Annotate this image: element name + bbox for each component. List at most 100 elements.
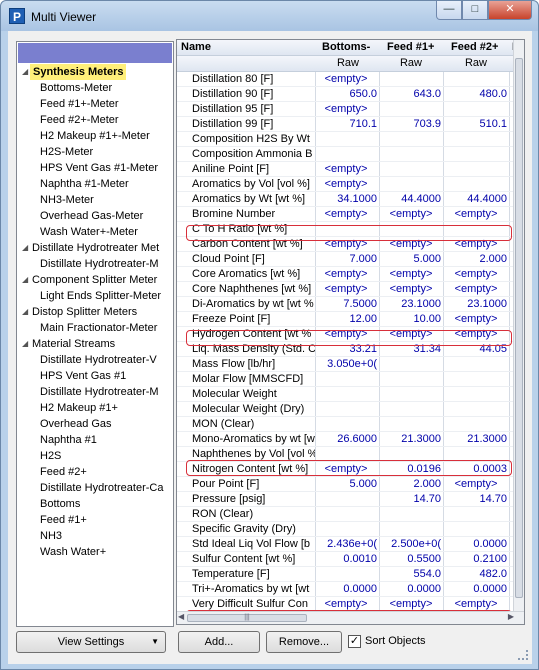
value-cell[interactable]: 14.70 [445, 492, 507, 507]
tree-item[interactable]: Feed #2+ [17, 464, 173, 480]
value-cell[interactable]: <empty> [381, 267, 441, 282]
table-row[interactable]: Mono-Aromatics by wt [w 26.6000 21.3000 21.… [177, 432, 515, 447]
vertical-scroll-thumb[interactable] [515, 58, 523, 598]
table-row[interactable]: MON (Clear) [177, 417, 515, 432]
tree-item[interactable]: Bottoms [17, 496, 173, 512]
value-cell[interactable]: 26.6000 [315, 432, 377, 447]
tree-item[interactable]: Feed #1+-Meter [17, 96, 173, 112]
value-cell[interactable]: <empty> [315, 267, 377, 282]
value-cell[interactable]: <empty> [315, 207, 377, 222]
tree-group[interactable]: ◢ Synthesis Meters [17, 64, 173, 80]
value-cell[interactable]: 2.000 [445, 252, 507, 267]
table-row[interactable]: Distillation 90 [F] 650.0 643.0 480.0 [177, 87, 515, 102]
table-row[interactable]: Distillation 95 [F] <empty> [177, 102, 515, 117]
table-row[interactable]: Mass Flow [lb/hr] 3.050e+0( [177, 357, 515, 372]
value-cell[interactable]: 2.436e+0( [315, 537, 377, 552]
table-row[interactable]: Tri+-Aromatics by wt [wt 0.0000 0.0000 0.00… [177, 582, 515, 597]
value-cell[interactable]: 703.9 [381, 117, 441, 132]
value-cell[interactable]: 650.0 [315, 87, 377, 102]
value-cell[interactable]: 14.70 [381, 492, 441, 507]
tree-item[interactable]: H2S-Meter [17, 144, 173, 160]
horizontal-scroll-thumb[interactable]: ||| [187, 614, 307, 622]
tree-item[interactable]: Main Fractionator-Meter [17, 320, 173, 336]
tree-item[interactable]: Distillate Hydrotreater-Ca [17, 480, 173, 496]
tree-group[interactable]: ◢ Distop Splitter Meters [17, 304, 173, 320]
value-cell[interactable]: 0.0000 [445, 537, 507, 552]
expand-arrow-icon[interactable]: ◢ [22, 240, 32, 256]
table-row[interactable]: Freeze Point [F] 12.00 10.00 <empty> [177, 312, 515, 327]
object-tree[interactable]: ◢ Synthesis Meters Bottoms-Meter Feed #1+-M… [16, 41, 174, 627]
value-cell[interactable]: 480.0 [445, 87, 507, 102]
tree-item[interactable]: Naphtha #1 [17, 432, 173, 448]
minimize-button[interactable]: — [436, 1, 462, 20]
expand-arrow-icon[interactable]: ◢ [22, 336, 32, 352]
table-row[interactable]: Aniline Point [F] <empty> [177, 162, 515, 177]
table-row[interactable]: Molar Flow [MMSCFD] [177, 372, 515, 387]
value-cell[interactable]: 5.000 [315, 477, 377, 492]
value-cell[interactable]: 710.1 [315, 117, 377, 132]
value-cell[interactable]: 23.1000 [381, 297, 441, 312]
table-row[interactable]: RON (Clear) [177, 507, 515, 522]
table-row[interactable]: Cloud Point [F] 7.000 5.000 2.000 [177, 252, 515, 267]
tree-item[interactable]: HPS Vent Gas #1-Meter [17, 160, 173, 176]
maximize-button[interactable]: □ [462, 1, 488, 20]
value-cell[interactable]: <empty> [445, 267, 507, 282]
value-cell[interactable]: <empty> [315, 177, 377, 192]
tree-item[interactable]: H2S [17, 448, 173, 464]
tree-group[interactable]: ◢ Distillate Hydrotreater Met [17, 240, 173, 256]
table-row[interactable]: Distillation 80 [F] <empty> [177, 72, 515, 87]
tree-item[interactable]: Naphtha #1-Meter [17, 176, 173, 192]
tree-item[interactable]: Distillate Hydrotreater-M [17, 384, 173, 400]
add-button[interactable]: Add... [178, 631, 260, 653]
value-cell[interactable]: 554.0 [381, 567, 441, 582]
value-cell[interactable]: 21.3000 [445, 432, 507, 447]
value-cell[interactable]: 0.0000 [315, 582, 377, 597]
value-cell[interactable]: <empty> [315, 162, 377, 177]
value-cell[interactable]: 3.050e+0( [315, 357, 377, 372]
table-row[interactable]: Std Ideal Liq Vol Flow [b 2.436e+0(2.500e… [177, 537, 515, 552]
value-cell[interactable]: 7.5000 [315, 297, 377, 312]
property-grid[interactable]: Name Bottoms- Feed #1+ Feed #2+ H2 Raw R… [176, 39, 525, 625]
sort-objects-checkbox[interactable]: ✓ [348, 635, 361, 648]
table-row[interactable]: Molecular Weight (Dry) [177, 402, 515, 417]
value-cell[interactable]: 7.000 [315, 252, 377, 267]
value-cell[interactable]: 0.5500 [381, 552, 441, 567]
table-row[interactable]: Composition H2S By Wt [177, 132, 515, 147]
col-header-name[interactable]: Name [181, 41, 211, 53]
tree-group[interactable]: ◢ Component Splitter Meter [17, 272, 173, 288]
value-cell[interactable]: <empty> [445, 282, 507, 297]
tree-group[interactable]: ◢ Material Streams [17, 336, 173, 352]
value-cell[interactable]: <empty> [445, 477, 507, 492]
table-row[interactable]: Temperature [F] 554.0 482.0 [177, 567, 515, 582]
view-settings-button[interactable]: View Settings ▼ [16, 631, 166, 653]
tree-item[interactable]: NH3 [17, 528, 173, 544]
tree-item[interactable]: Feed #2+-Meter [17, 112, 173, 128]
tree-item[interactable]: Wash Water+-Meter [17, 224, 173, 240]
col-header-bottoms[interactable]: Bottoms- [322, 41, 370, 53]
tree-item[interactable]: Overhead Gas [17, 416, 173, 432]
table-row[interactable]: Aromatics by Vol [vol %] <empty> [177, 177, 515, 192]
table-row[interactable]: Core Aromatics [wt %] <empty> <empty> <empt… [177, 267, 515, 282]
value-cell[interactable]: <empty> [315, 72, 377, 87]
value-cell[interactable]: <empty> [381, 207, 441, 222]
value-cell[interactable]: 0.0010 [315, 552, 377, 567]
table-row[interactable]: Aromatics by Wt [wt %] 34.1000 44.4000 44.4… [177, 192, 515, 207]
title-bar[interactable]: P Multi Viewer — □ ✕ [1, 1, 538, 31]
value-cell[interactable]: <empty> [445, 312, 507, 327]
tree-item[interactable]: Distillate Hydrotreater-V [17, 352, 173, 368]
scroll-right-icon[interactable]: ▶ [508, 612, 514, 621]
table-row[interactable]: Pressure [psig] 14.70 14.70 [177, 492, 515, 507]
value-cell[interactable]: 5.000 [381, 252, 441, 267]
value-cell[interactable]: 44.4000 [445, 192, 507, 207]
vertical-scrollbar[interactable] [513, 40, 524, 612]
close-button[interactable]: ✕ [488, 1, 532, 20]
scroll-left-icon[interactable]: ◀ [178, 612, 184, 621]
value-cell[interactable]: 510.1 [445, 117, 507, 132]
value-cell[interactable]: 0.0000 [445, 582, 507, 597]
value-cell[interactable]: 23.1000 [445, 297, 507, 312]
value-cell[interactable]: 10.00 [381, 312, 441, 327]
tree-item[interactable]: Distillate Hydrotreater-M [17, 256, 173, 272]
value-cell[interactable]: 12.00 [315, 312, 377, 327]
tree-item[interactable]: H2 Makeup #1+-Meter [17, 128, 173, 144]
value-cell[interactable]: 0.0000 [381, 582, 441, 597]
